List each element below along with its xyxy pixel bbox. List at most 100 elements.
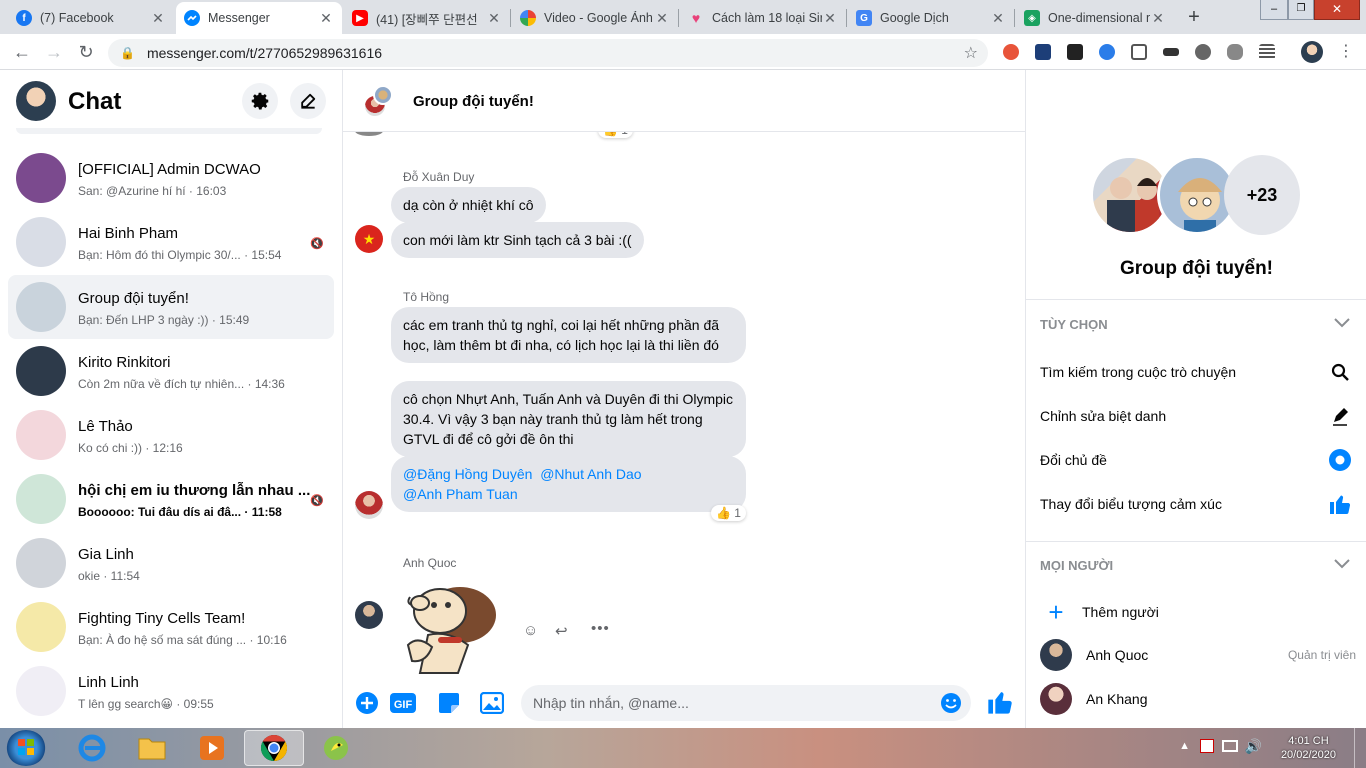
search-icon [1327,359,1353,385]
message-bubble[interactable]: con mới làm ktr Sinh tạch cả 3 bài :(( [391,222,644,258]
compose-icon [301,93,316,109]
member-name: Anh Quoc [1086,647,1149,663]
extension-icon[interactable] [1003,44,1019,60]
menu-list-icon[interactable] [1259,44,1275,60]
restore-button[interactable]: ❐ [1288,0,1314,20]
smile-reaction-icon[interactable]: ☺ [523,622,538,639]
conversation-item[interactable]: [OFFICIAL] Admin DCWAO San: @Azurine hí h… [8,146,334,210]
chevron-down-icon[interactable] [1334,317,1350,331]
new-message-button[interactable] [290,83,326,119]
bookmark-star-icon[interactable]: ☆ [964,43,978,63]
conversation-item[interactable]: hội chị em iu thương lẫn nhau ... Boooooo… [8,467,334,531]
message-bubble[interactable]: dạ còn ở nhiệt khí cô [391,187,546,223]
reaction-badge[interactable]: 👍 1 [711,505,746,521]
like-button[interactable] [985,687,1015,717]
close-icon[interactable]: ✕ [150,10,166,27]
show-hidden-icons[interactable]: ▲ [1179,740,1190,752]
internet-explorer-icon[interactable] [62,730,122,766]
tab-one-dimensional[interactable]: ◈ One-dimensional m ✕ [1016,2,1174,34]
close-window-button[interactable]: ✕ [1314,0,1360,20]
message-bubble[interactable]: @Đặng Hồng Duyên @Nhut Anh Dao @Anh Pham… [391,456,746,512]
minimize-button[interactable]: – [1260,0,1288,20]
file-explorer-icon[interactable] [122,730,182,766]
search-conversation-option[interactable]: Tìm kiếm trong cuộc trò chuyện [1040,357,1353,387]
extension-icon[interactable] [1131,44,1147,60]
member-row[interactable]: Anh Quoc Quản trị viên [1040,635,1360,675]
extension-icon[interactable] [1035,44,1051,60]
conversation-item[interactable]: Linh Linh T lên gg search😀 · 09:55 [8,659,334,723]
media-player-icon[interactable] [182,730,242,766]
tab-facebook[interactable]: f (7) Facebook ✕ [8,2,174,34]
tab-youtube[interactable]: ▶ (41) [장삐쭈 단편선 ✕ [344,2,510,34]
conversation-item[interactable]: Fighting Tiny Cells Team! Bạn: À đo hệ số… [8,595,334,659]
chrome-icon[interactable] [244,730,304,766]
clock-date: 20/02/2020 [1280,749,1336,761]
parrot-app-icon[interactable] [306,730,366,766]
add-people-button[interactable]: + Thêm người [1040,592,1360,632]
conversation-item[interactable]: Gia Linh okie · 11:54 [8,531,334,595]
add-button[interactable] [354,690,380,716]
extension-icon[interactable] [1227,44,1243,60]
tab-google-photos[interactable]: Video - Google Ảnh ✕ [512,2,678,34]
chevron-down-icon[interactable] [1334,558,1350,572]
conversation-item[interactable]: Lê Thảo Ko có chi :)) · 12:16 [8,403,334,467]
avatar [16,346,66,396]
mention-link[interactable]: @Nhut Anh Dao [540,466,641,482]
conversation-item[interactable]: Hai Binh Pham Bạn: Hôm đó thi Olympic 30/… [8,210,334,274]
profile-avatar[interactable] [1301,41,1323,63]
search-input[interactable] [16,128,322,134]
new-tab-button[interactable]: + [1182,6,1206,30]
reply-icon[interactable]: ↩ [555,622,568,640]
volume-icon[interactable]: 🔊 [1245,738,1262,755]
sticker-dog[interactable] [398,575,508,675]
network-icon[interactable] [1222,740,1238,752]
conversation-item[interactable]: Kirito Rinkitori Còn 2m nữa về đích tự nh… [8,339,334,403]
change-theme-option[interactable]: Đổi chủ đề [1040,445,1353,475]
extension-icon[interactable] [1195,44,1211,60]
close-icon[interactable]: ✕ [318,10,334,27]
address-bar[interactable]: 🔒 messenger.com/t/2770652989631616 ☆ [108,39,988,67]
close-icon[interactable]: ✕ [486,10,502,27]
show-desktop-button[interactable] [1354,728,1366,768]
more-options-icon[interactable]: ••• [591,620,610,637]
photo-button[interactable] [479,690,505,716]
mention-link[interactable]: @Anh Pham Tuan [403,486,518,502]
option-label: Chỉnh sửa biệt danh [1040,408,1167,424]
tab-recipe[interactable]: ♥ Cách làm 18 loại Sir ✕ [680,2,846,34]
extension-icon[interactable] [1163,48,1179,56]
member-row[interactable]: An Khang [1040,679,1360,719]
forward-button[interactable]: → [42,40,66,64]
more-members-badge[interactable]: +23 [1224,155,1300,235]
close-icon[interactable]: ✕ [654,10,670,27]
message-input[interactable] [521,685,971,721]
sticker-button[interactable] [436,690,462,716]
avatar [16,282,66,332]
tab-separator [678,9,679,27]
message-bubble[interactable]: cô chọn Nhựt Anh, Tuấn Anh và Duyên đi t… [391,381,746,457]
clock[interactable]: 4:01 CH 20/02/2020 [1281,734,1336,762]
url-text: messenger.com/t/2770652989631616 [146,45,383,61]
settings-button[interactable] [242,83,278,119]
close-icon[interactable]: ✕ [1150,10,1166,27]
edit-nicknames-option[interactable]: Chỉnh sửa biệt danh [1040,401,1353,431]
start-button[interactable] [6,730,46,766]
message-bubble[interactable]: các em tranh thủ tg nghỉ, coi lại hết nh… [391,307,746,363]
extension-icon[interactable] [1067,44,1083,60]
emoji-button[interactable] [938,690,964,716]
tab-google-translate[interactable]: G Google Dịch ✕ [848,2,1014,34]
tab-messenger[interactable]: Messenger ✕ [176,2,342,34]
action-center-icon[interactable] [1200,739,1214,753]
group-avatar[interactable] [361,85,393,119]
reload-button[interactable]: ↻ [74,40,98,64]
close-icon[interactable]: ✕ [990,10,1006,27]
close-icon[interactable]: ✕ [822,10,838,27]
messenger-extension-icon[interactable] [1099,44,1115,60]
change-emoji-option[interactable]: Thay đổi biểu tượng cảm xúc [1040,489,1353,519]
avatar[interactable] [16,81,56,121]
browser-menu-button[interactable]: ⋮ [1334,40,1358,64]
back-button[interactable]: ← [10,40,34,64]
conversation-item[interactable]: Group đội tuyển! Bạn: Đến LHP 3 ngày :)) … [8,275,334,339]
reaction-count: 1 [734,506,741,520]
gif-button[interactable]: GIF [390,690,416,716]
mention-link[interactable]: @Đặng Hồng Duyên [403,466,532,482]
